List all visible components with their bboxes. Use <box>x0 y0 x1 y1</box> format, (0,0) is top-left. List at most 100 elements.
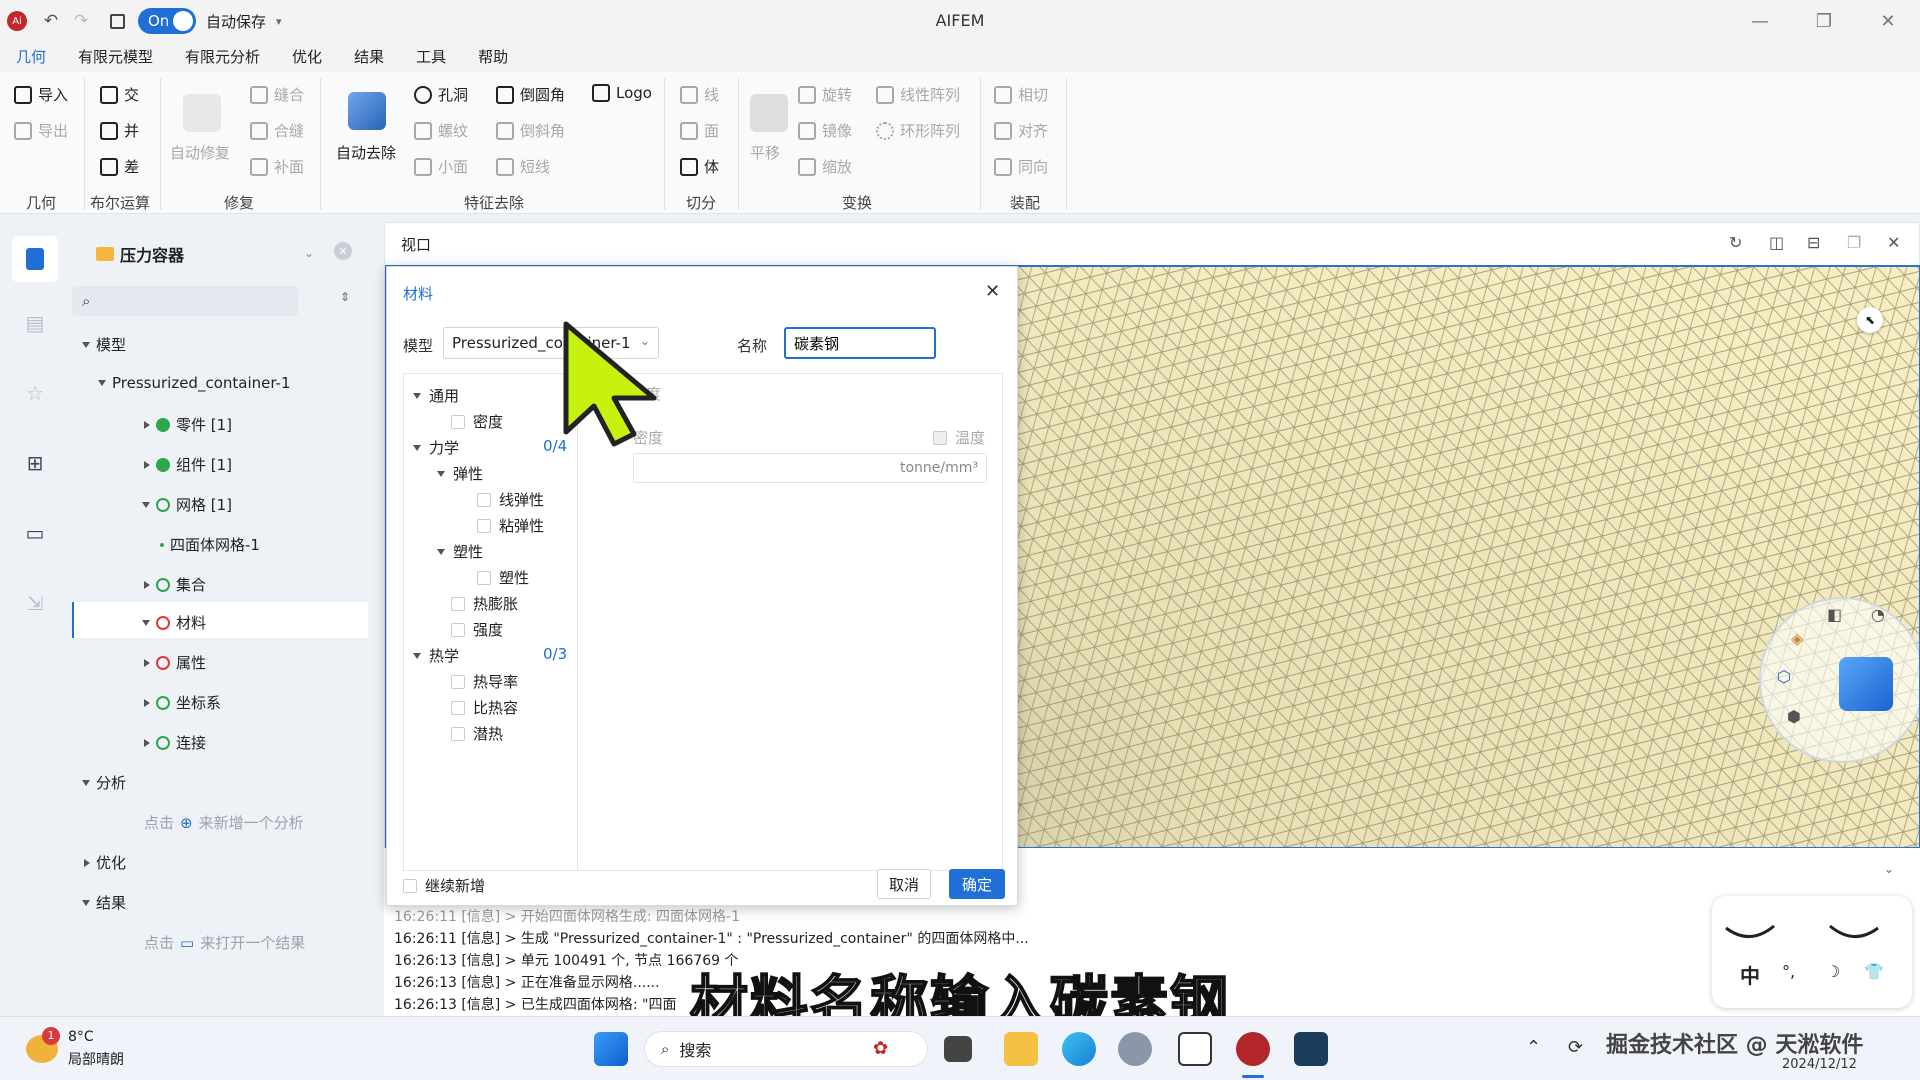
tree-node-connections[interactable]: 连接 <box>144 732 206 753</box>
menu-help[interactable]: 帮助 <box>462 42 524 72</box>
star-icon[interactable]: ☆ <box>20 378 50 408</box>
ime-widget[interactable]: 中 °, ☽ 👕 <box>1712 896 1912 1008</box>
thread-button[interactable]: 螺纹 <box>414 120 468 141</box>
wire-cube-icon[interactable]: ⬢ <box>1787 707 1801 726</box>
tree-node-properties[interactable]: 属性 <box>144 652 206 673</box>
strength-check[interactable]: 强度 <box>451 619 503 640</box>
cut-face-button[interactable]: 面 <box>680 120 719 141</box>
specific-heat-check[interactable]: 比热容 <box>451 697 518 718</box>
tree-node-parts[interactable]: 零件 [1] <box>144 414 232 435</box>
density-input[interactable]: tonne/mm³ <box>633 453 987 483</box>
view-cube-icon[interactable] <box>1839 657 1893 711</box>
chevron-up-icon[interactable]: ⌃ <box>1526 1037 1541 1058</box>
punctuation-icon[interactable]: °, <box>1782 962 1795 981</box>
checkbox[interactable] <box>451 726 465 741</box>
open-result-hint[interactable]: 点击 ▭ 来打开一个结果 <box>144 932 305 953</box>
tree-node-materials[interactable]: 材料 <box>142 612 206 633</box>
auto-remove-button[interactable]: 自动去除 <box>336 142 396 163</box>
stitch-button[interactable]: 缝合 <box>250 84 304 105</box>
patch-button[interactable]: 补面 <box>250 156 304 177</box>
chamfer-button[interactable]: 倒斜角 <box>496 120 565 141</box>
menu-fe-analysis[interactable]: 有限元分析 <box>169 42 276 72</box>
half-view-icon[interactable]: ◧ <box>1827 605 1842 624</box>
chevron-down-icon[interactable]: ⌄ <box>304 246 314 260</box>
tree-elasticity[interactable]: 弹性 <box>437 463 483 484</box>
shield-app-icon[interactable] <box>1178 1032 1212 1066</box>
scale-button[interactable]: 缩放 <box>798 156 852 177</box>
tree-thermal[interactable]: 热学 <box>413 645 459 666</box>
tree-search-input[interactable]: ⌕ <box>72 286 298 316</box>
checkbox[interactable] <box>451 414 465 429</box>
maximize-icon[interactable]: ❐ <box>1847 233 1861 252</box>
edge-icon[interactable] <box>1062 1032 1096 1066</box>
material-name-input[interactable] <box>784 327 936 359</box>
cut-line-button[interactable]: 线 <box>680 84 719 105</box>
align-button[interactable]: 对齐 <box>994 120 1048 141</box>
tree-node-coordinates[interactable]: 坐标系 <box>144 692 221 713</box>
temperature-check[interactable]: 温度 <box>933 427 985 448</box>
color-cube-icon[interactable]: ◈ <box>1791 629 1803 648</box>
close-icon[interactable]: ✕ <box>985 281 1000 302</box>
tree-node-sets[interactable]: 集合 <box>144 574 206 595</box>
hole-button[interactable]: 孔洞 <box>414 84 468 105</box>
rotate-button[interactable]: 旋转 <box>798 84 852 105</box>
split-vertical-icon[interactable]: ◫ <box>1769 233 1784 252</box>
checkbox[interactable] <box>477 518 491 533</box>
mesh-cube-icon[interactable]: ⬡ <box>1777 667 1791 686</box>
checkbox[interactable] <box>451 700 465 715</box>
document-icon[interactable] <box>12 236 58 282</box>
linear-array-button[interactable]: 线性阵列 <box>876 84 960 105</box>
windows-start-icon[interactable] <box>594 1032 628 1066</box>
tree-node-container[interactable]: Pressurized_container-1 <box>98 374 291 392</box>
cut-body-button[interactable]: 体 <box>680 156 719 177</box>
tree-node-analysis[interactable]: 分析 <box>82 772 126 793</box>
moon-icon[interactable]: ☽ <box>1826 962 1840 981</box>
taskbar-search[interactable]: ⌕ 搜索 ✿ <box>644 1031 928 1067</box>
menu-results[interactable]: 结果 <box>338 42 400 72</box>
checkbox[interactable] <box>451 622 465 637</box>
task-view-icon[interactable] <box>944 1036 972 1062</box>
latent-heat-check[interactable]: 潜热 <box>451 723 503 744</box>
small-face-button[interactable]: 小面 <box>414 156 468 177</box>
refresh-icon[interactable]: ↻ <box>1729 233 1742 252</box>
checkbox[interactable] <box>477 492 491 507</box>
split-horizontal-icon[interactable]: ⊟ <box>1807 233 1820 252</box>
checkbox[interactable] <box>933 430 947 445</box>
add-icon[interactable]: ⊞ <box>20 448 50 478</box>
short-edge-button[interactable]: 短线 <box>496 156 550 177</box>
aifem-app-icon[interactable] <box>1236 1032 1270 1066</box>
settings-icon[interactable] <box>1118 1032 1152 1066</box>
chevron-down-icon[interactable]: ⌄ <box>1884 862 1894 876</box>
checkbox[interactable] <box>477 570 491 585</box>
close-icon[interactable]: ✕ <box>1887 233 1900 252</box>
menu-fe-model[interactable]: 有限元模型 <box>62 42 169 72</box>
checkbox[interactable] <box>451 674 465 689</box>
chevron-down-icon[interactable]: ▾ <box>276 15 282 28</box>
folder-icon[interactable]: ▭ <box>20 518 50 548</box>
intersect-button[interactable]: 交 <box>100 84 139 105</box>
continue-add-check[interactable]: 继续新增 <box>403 875 485 896</box>
thermal-expansion-check[interactable]: 热膨胀 <box>451 593 518 614</box>
redo-icon[interactable]: ↷ <box>66 6 96 36</box>
file-search-icon[interactable]: ▤ <box>20 308 50 338</box>
autosave-toggle[interactable]: On <box>138 8 196 34</box>
tangent-button[interactable]: 相切 <box>994 84 1048 105</box>
sort-icon[interactable]: ⇕ <box>340 290 350 304</box>
menu-optimization[interactable]: 优化 <box>276 42 338 72</box>
tree-general[interactable]: 通用 <box>413 385 459 406</box>
save-icon[interactable] <box>102 6 132 36</box>
tree-node-assemblies[interactable]: 组件 [1] <box>144 454 232 475</box>
cancel-button[interactable]: 取消 <box>877 869 931 899</box>
export-button[interactable]: 导出 <box>14 120 68 141</box>
shirt-icon[interactable]: 👕 <box>1864 962 1884 981</box>
sync-icon[interactable]: ⟳ <box>1568 1037 1583 1058</box>
menu-tools[interactable]: 工具 <box>400 42 462 72</box>
plasticity-check[interactable]: 塑性 <box>477 567 529 588</box>
mirror-button[interactable]: 镜像 <box>798 120 852 141</box>
viscoelastic-check[interactable]: 粘弹性 <box>477 515 544 536</box>
terminal-app-icon[interactable] <box>1294 1032 1328 1066</box>
density-check[interactable]: 密度 <box>451 411 503 432</box>
file-explorer-icon[interactable] <box>1004 1032 1038 1066</box>
merge-faces-button[interactable]: 合缝 <box>250 120 304 141</box>
conductivity-check[interactable]: 热导率 <box>451 671 518 692</box>
